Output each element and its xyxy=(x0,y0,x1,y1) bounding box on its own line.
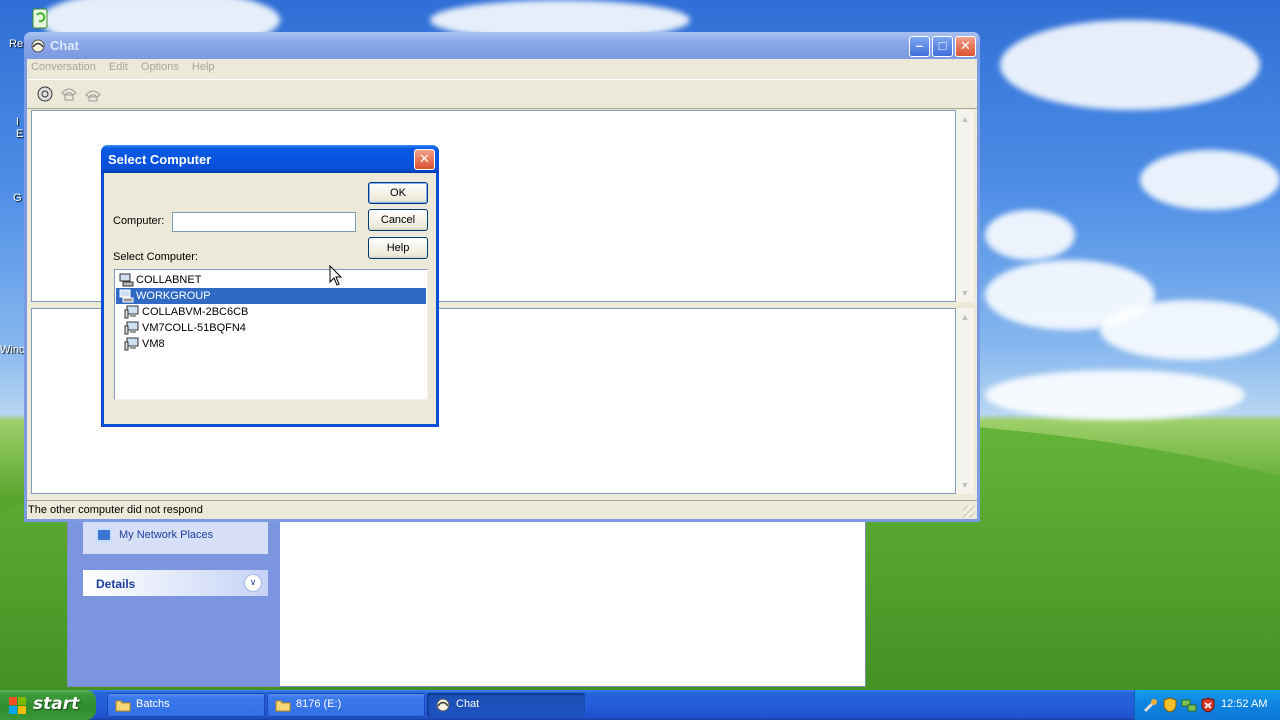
cancel-button[interactable]: Cancel xyxy=(368,209,428,231)
chat-window-title: Chat xyxy=(50,38,79,53)
dialog-close-button[interactable]: ✕ xyxy=(414,149,435,170)
desktop-icon-label-g[interactable]: G xyxy=(13,192,22,204)
ok-button[interactable]: OK xyxy=(368,182,428,204)
computer-icon xyxy=(124,305,140,319)
network-tray-icon[interactable] xyxy=(1181,697,1197,713)
recycle-bin-icon[interactable] xyxy=(30,6,50,30)
chat-app-icon xyxy=(30,38,46,54)
start-button[interactable]: start xyxy=(0,690,96,720)
tree-item-vm7coll[interactable]: VM7COLL-51BQFN4 xyxy=(116,320,426,336)
chat-icon xyxy=(435,697,451,713)
security-shield-icon[interactable] xyxy=(1162,697,1178,713)
scroll-up-icon[interactable]: ▲ xyxy=(958,112,972,126)
status-text: The other computer did not respond xyxy=(28,504,203,516)
tree-item-label: VM8 xyxy=(142,338,165,350)
scroll-down-icon[interactable]: ▼ xyxy=(958,286,972,300)
folder-icon xyxy=(115,697,131,713)
my-network-places-link[interactable]: My Network Places xyxy=(119,529,213,541)
taskbar-item-label: Batchs xyxy=(136,698,170,710)
minimize-button[interactable]: – xyxy=(909,36,930,57)
resize-grip[interactable] xyxy=(963,506,975,518)
clock[interactable]: 12:52 AM xyxy=(1221,698,1267,710)
warning-shield-icon[interactable] xyxy=(1200,697,1216,713)
taskbar-item-batchs[interactable]: Batchs xyxy=(107,693,265,717)
dial-icon[interactable] xyxy=(35,84,55,104)
tree-item-collabnet[interactable]: COLLABNET xyxy=(116,272,426,288)
tree-item-label: VM7COLL-51BQFN4 xyxy=(142,322,246,334)
menu-edit[interactable]: Edit xyxy=(105,59,134,73)
hang-up-icon[interactable] xyxy=(83,84,103,104)
computer-label: Computer: xyxy=(113,215,165,227)
close-button[interactable]: ✕ xyxy=(955,36,976,57)
start-label: start xyxy=(33,694,80,714)
explorer-task-pane: My Network Places Details ∨ xyxy=(68,520,280,686)
taskbar: start Batchs 8176 (E:) Chat 12:52 AM xyxy=(0,690,1280,720)
mouse-cursor-icon xyxy=(329,265,343,286)
bottom-pane-scrollbar[interactable]: ▲ ▼ xyxy=(956,308,974,494)
tree-item-label: COLLABNET xyxy=(136,274,202,286)
chevron-down-icon[interactable]: ∨ xyxy=(244,574,262,592)
answer-icon[interactable] xyxy=(59,84,79,104)
details-title: Details xyxy=(96,577,136,591)
maximize-button[interactable]: □ xyxy=(932,36,953,57)
folder-icon xyxy=(275,697,291,713)
network-places-icon xyxy=(96,528,112,542)
network-icon xyxy=(119,273,135,287)
taskbar-item-chat[interactable]: Chat xyxy=(427,693,585,717)
scroll-down-icon[interactable]: ▼ xyxy=(958,478,972,492)
taskbar-item-label: 8176 (E:) xyxy=(296,698,342,710)
scroll-up-icon[interactable]: ▲ xyxy=(958,310,972,324)
computer-input[interactable] xyxy=(172,212,356,232)
select-computer-dialog: Select Computer ✕ OK Cancel Help Compute… xyxy=(101,145,439,427)
workgroup-icon xyxy=(119,289,135,303)
windows-logo-icon xyxy=(9,697,26,714)
chat-menubar: Conversation Edit Options Help xyxy=(27,59,977,77)
chat-toolbar xyxy=(27,79,977,109)
tree-item-label: WORKGROUP xyxy=(136,290,211,302)
status-bar: The other computer did not respond xyxy=(27,500,977,520)
desktop-icon-label-recycle[interactable]: Re xyxy=(9,38,23,50)
tools-tray-icon[interactable] xyxy=(1143,697,1159,713)
tree-item-label: COLLABVM-2BC6CB xyxy=(142,306,249,318)
network-places-box: My Network Places xyxy=(83,520,268,554)
tree-item-collabvm[interactable]: COLLABVM-2BC6CB xyxy=(116,304,426,320)
menu-options[interactable]: Options xyxy=(137,59,185,73)
taskbar-item-8176[interactable]: 8176 (E:) xyxy=(267,693,425,717)
dialog-title: Select Computer xyxy=(108,152,212,167)
explorer-window: My Network Places Details ∨ xyxy=(67,519,866,687)
top-pane-scrollbar[interactable]: ▲ ▼ xyxy=(956,110,974,302)
desktop-icon-label-ie[interactable]: I E xyxy=(16,116,23,140)
computer-icon xyxy=(124,321,140,335)
select-computer-label: Select Computer: xyxy=(113,251,198,263)
computer-tree[interactable]: COLLABNET WORKGROUP COLLABVM-2BC6CB VM7C… xyxy=(114,269,428,400)
desktop-icon-label-win[interactable]: Winc xyxy=(0,344,24,356)
dialog-titlebar[interactable]: Select Computer ✕ xyxy=(101,145,439,173)
tree-item-vm8[interactable]: VM8 xyxy=(116,336,426,352)
help-button[interactable]: Help xyxy=(368,237,428,259)
tree-item-workgroup[interactable]: WORKGROUP xyxy=(116,288,426,304)
menu-help[interactable]: Help xyxy=(188,59,221,73)
menu-conversation[interactable]: Conversation xyxy=(27,59,102,73)
taskbar-item-label: Chat xyxy=(456,698,480,710)
details-panel-header[interactable]: Details ∨ xyxy=(83,570,268,596)
chat-titlebar[interactable]: Chat – □ ✕ xyxy=(24,32,980,59)
system-tray: 12:52 AM xyxy=(1134,690,1280,720)
computer-icon xyxy=(124,337,140,351)
